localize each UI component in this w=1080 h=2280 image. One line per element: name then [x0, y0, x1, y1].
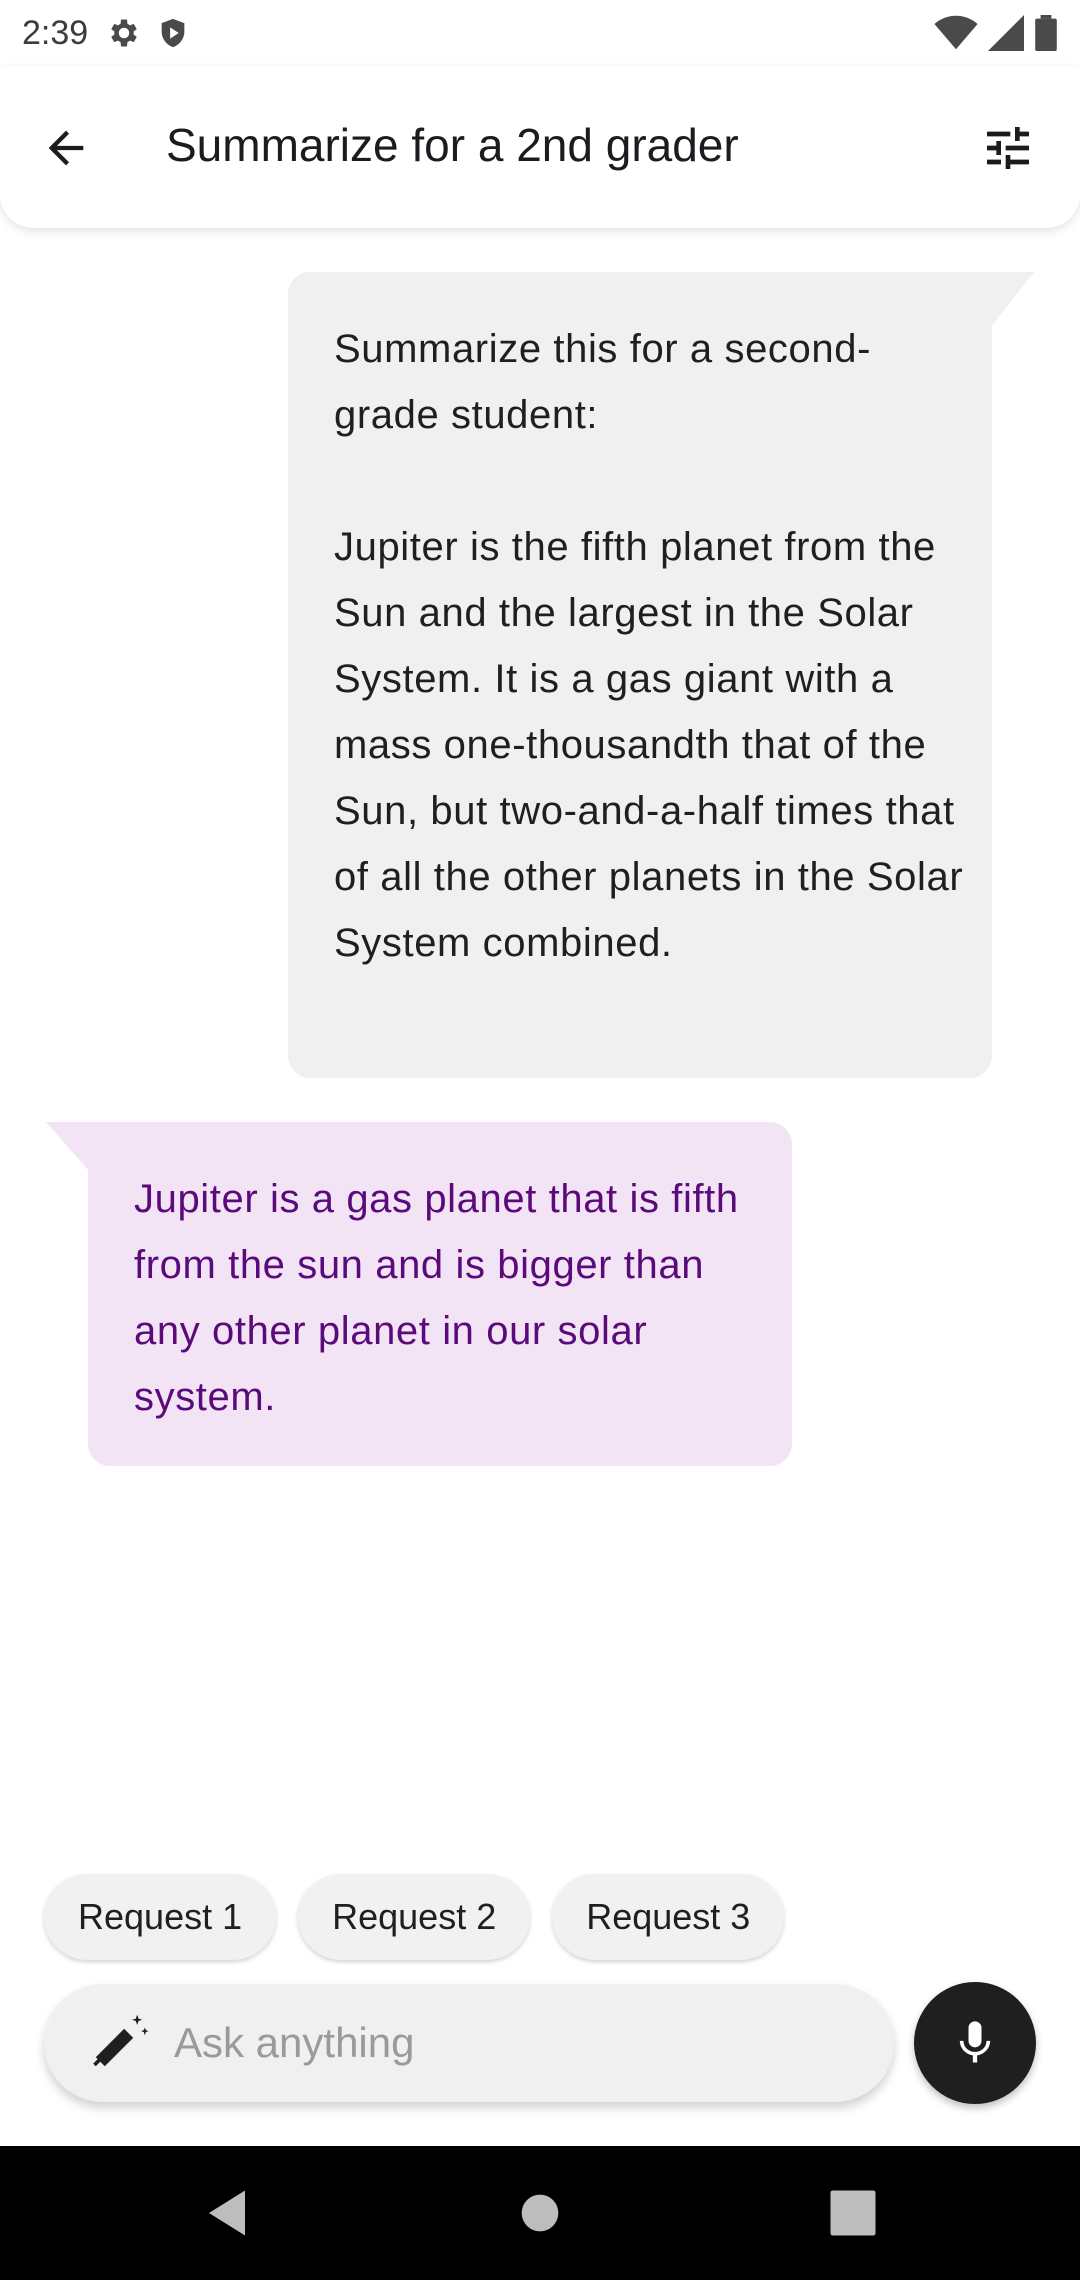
wifi-icon	[934, 15, 978, 50]
model-message-bubble: Jupiter is a gas planet that is fifth fr…	[88, 1122, 792, 1466]
screen: 2:39 Summarize for a 2nd grader Summariz…	[0, 0, 1080, 2280]
suggestion-chips: Request 1 Request 2 Request 3	[44, 1874, 785, 1960]
back-button[interactable]	[30, 112, 102, 184]
suggestion-chip-2[interactable]: Request 2	[298, 1874, 531, 1960]
page-title: Summarize for a 2nd grader	[166, 119, 739, 171]
chat-area: Summarize this for a second-grade studen…	[0, 228, 1080, 1868]
user-message-text: Summarize this for a second-grade studen…	[334, 327, 964, 965]
nav-back-icon[interactable]	[200, 2186, 254, 2240]
signal-icon	[988, 15, 1024, 51]
mic-button[interactable]	[914, 1982, 1036, 2104]
shield-icon	[161, 18, 185, 48]
user-bubble-tail	[990, 272, 1034, 328]
prompt-input-container[interactable]	[44, 1984, 894, 2102]
settings-icon	[111, 19, 137, 47]
status-bar: 2:39	[0, 0, 1080, 66]
nav-recents-icon[interactable]	[826, 2186, 880, 2240]
suggestion-chip-1[interactable]: Request 1	[44, 1874, 277, 1960]
user-message-bubble: Summarize this for a second-grade studen…	[288, 272, 992, 1078]
status-left-icons	[106, 15, 190, 51]
model-message-text: Jupiter is a gas planet that is fifth fr…	[134, 1177, 739, 1419]
status-time: 2:39	[22, 13, 89, 52]
magic-pen-icon	[93, 2014, 149, 2067]
battery-icon	[1035, 15, 1057, 51]
nav-home-icon[interactable]	[518, 2186, 562, 2240]
app-bar: Summarize for a 2nd grader	[0, 66, 1080, 228]
tune-button[interactable]	[972, 112, 1044, 184]
mic-icon	[959, 2021, 991, 2063]
tune-icon	[987, 127, 1029, 169]
suggestion-chip-3[interactable]: Request 3	[552, 1874, 785, 1960]
arrow-back-icon	[48, 130, 84, 166]
ask-input[interactable]	[174, 1984, 864, 2102]
system-nav-bar	[0, 2146, 1080, 2280]
model-bubble-tail	[46, 1122, 90, 1172]
status-right-icons	[934, 15, 1058, 51]
